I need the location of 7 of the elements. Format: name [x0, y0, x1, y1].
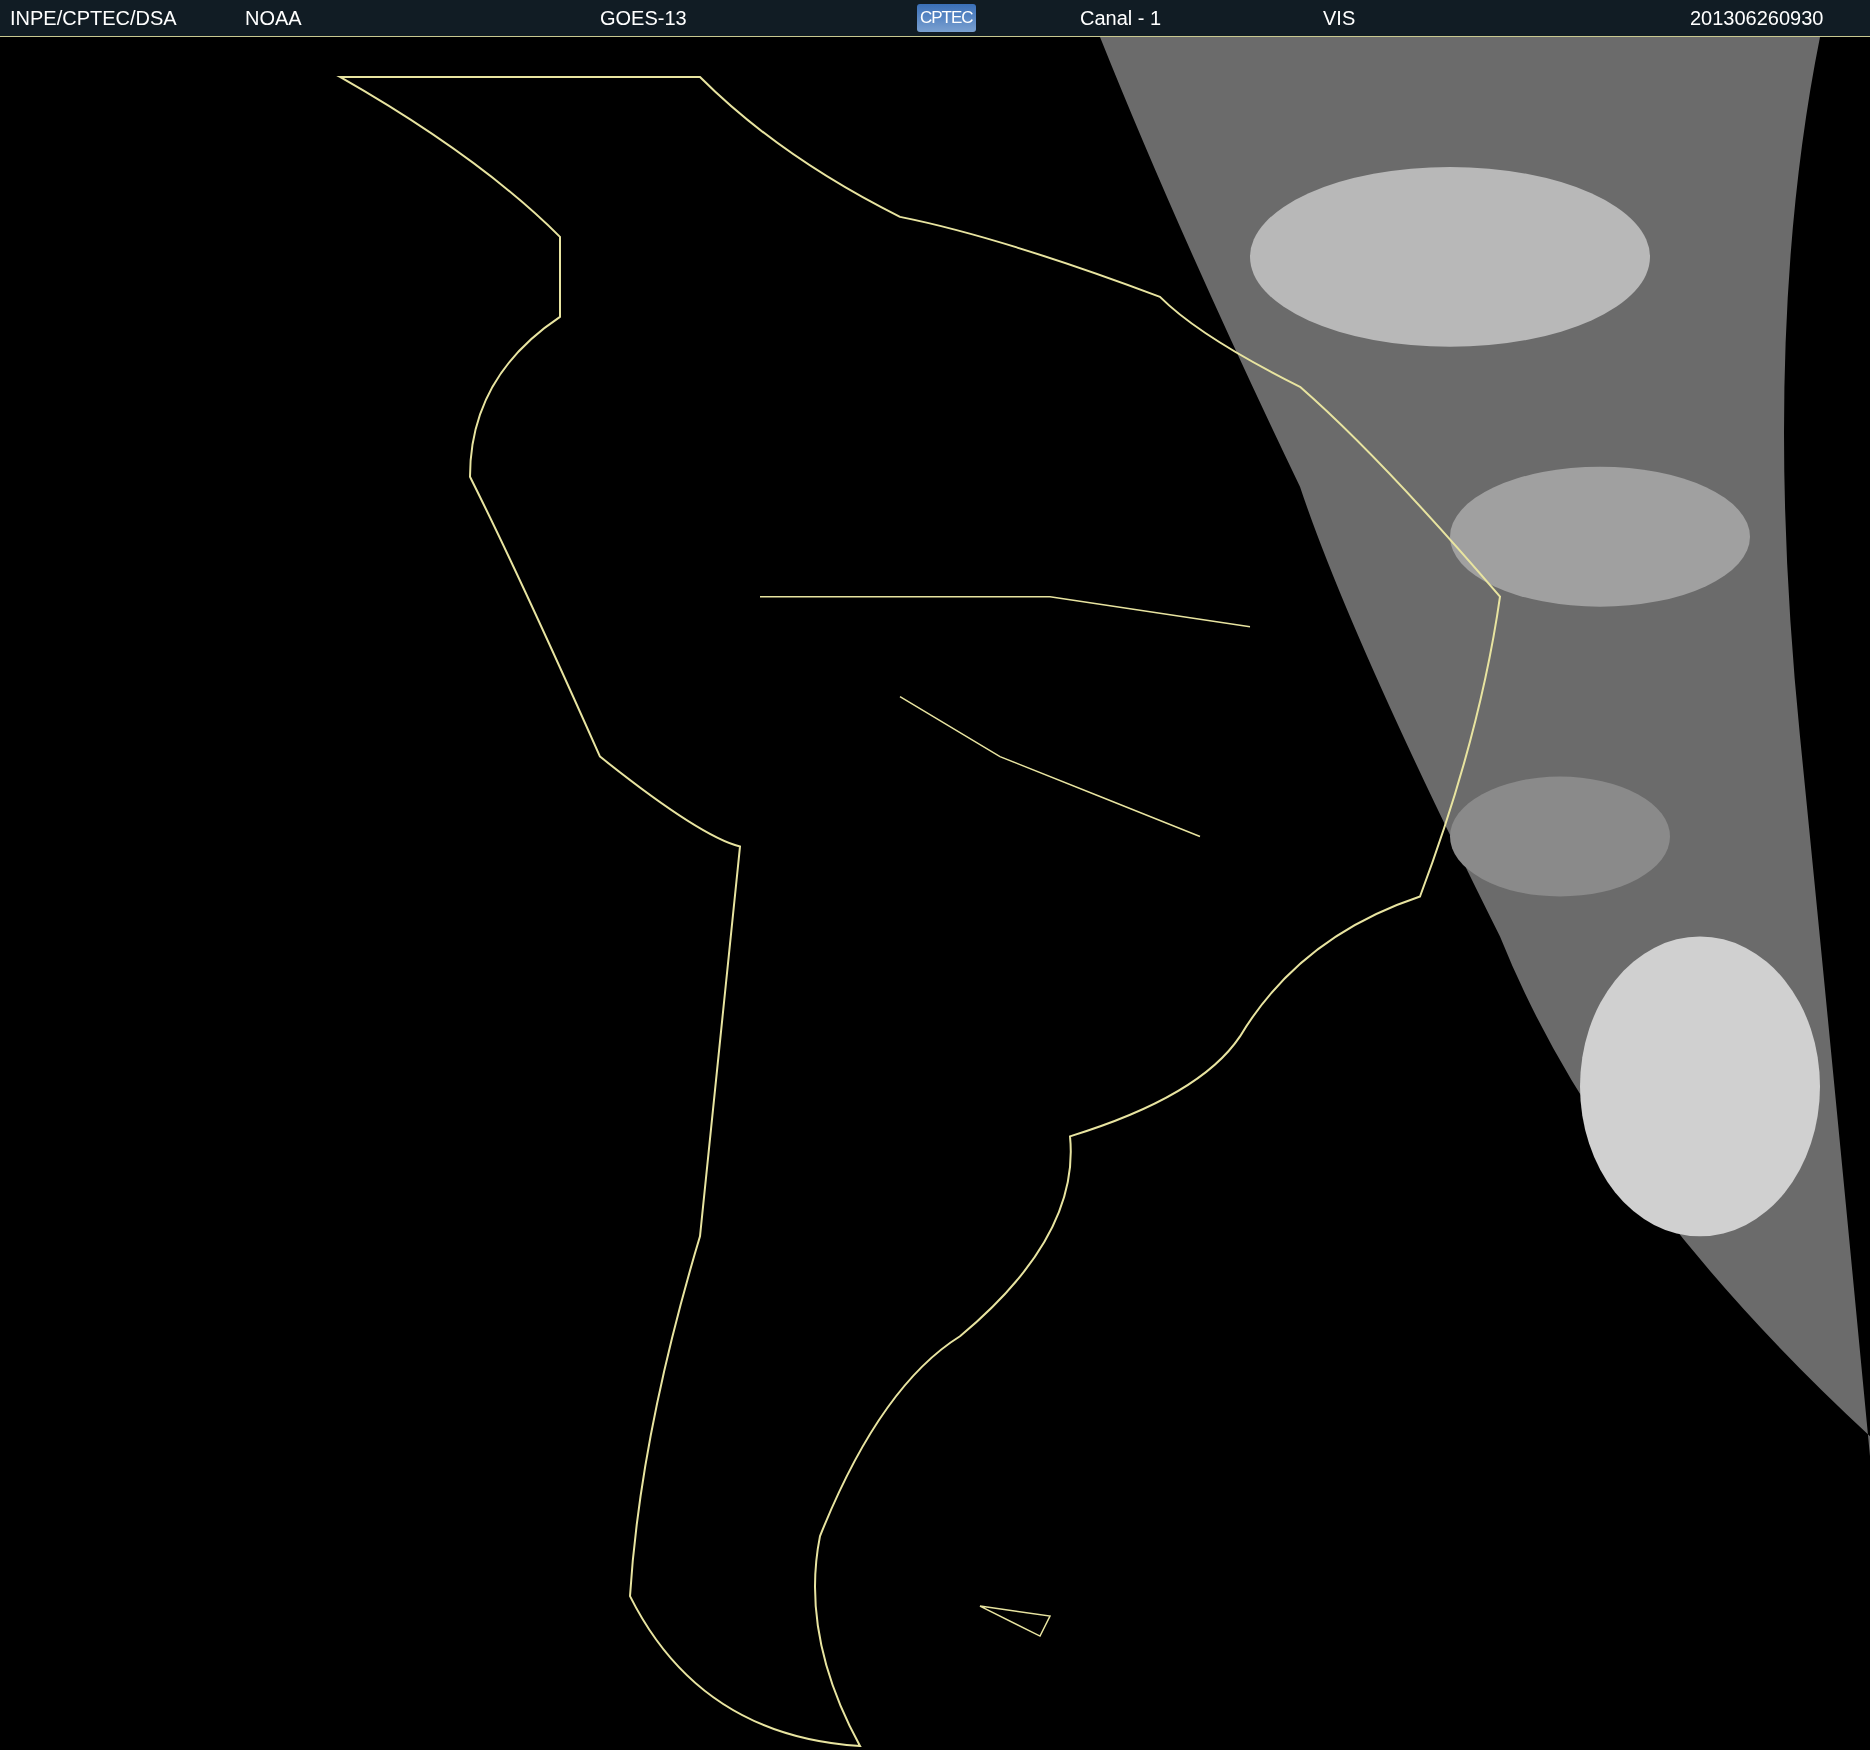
header-label: GOES-13 [600, 6, 687, 30]
header-label: Canal - 1 [1080, 6, 1162, 30]
header-label: 201306260930 [1690, 6, 1824, 30]
header-label: NOAA [245, 6, 302, 30]
header-label: INPE/CPTEC/DSA [10, 6, 177, 30]
logo: CPTEC [917, 4, 976, 32]
header-label: VIS [1323, 6, 1356, 30]
